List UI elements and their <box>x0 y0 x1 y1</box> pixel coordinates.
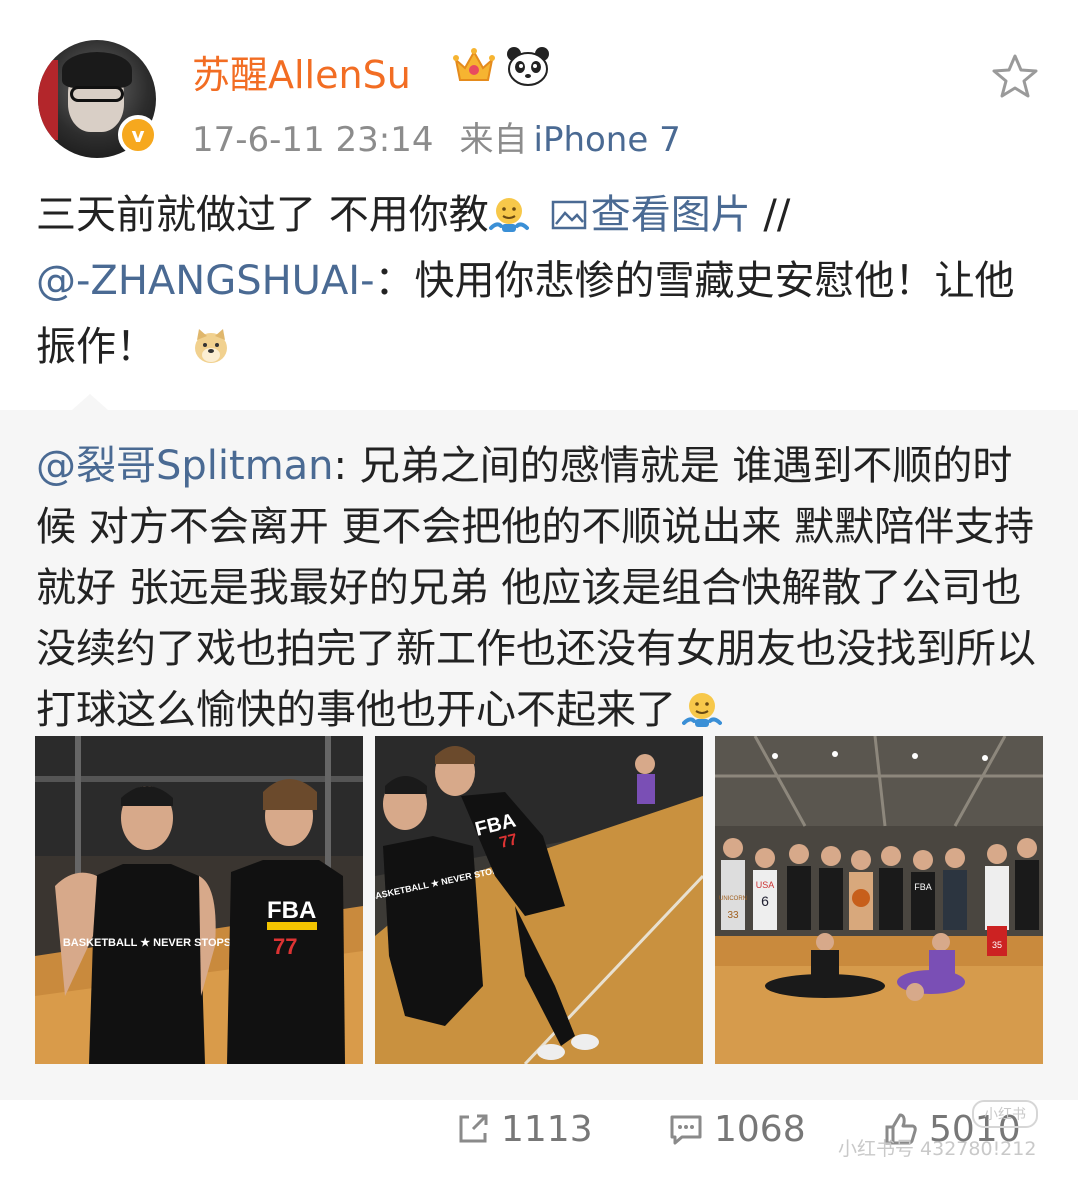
star-outline-icon[interactable] <box>990 52 1040 102</box>
weibo-post: v 苏醒AllenSu 17-6-11 23:14 来自 iPhone 7 三天前就… <box>0 0 1078 1184</box>
repost-image-2[interactable]: BASKETBALL ★ NEVER STOPS FBA 77 <box>375 736 703 1064</box>
doge-emoji-icon <box>194 329 227 363</box>
avatar-hair <box>62 52 132 88</box>
xiaohongshu-watermark: 小红书号 432780!212 <box>838 1138 1037 1160</box>
source-device[interactable]: iPhone 7 <box>534 120 681 160</box>
mention-splitman[interactable]: @裂哥Splitman <box>36 443 334 489</box>
comment-icon <box>670 1115 702 1145</box>
avatar-glasses <box>70 86 124 102</box>
photo3-jersey-35: 35 <box>992 940 1002 950</box>
xiaohongshu-watermark-logo: 小红书 <box>972 1100 1038 1128</box>
shrug-emoji-icon <box>682 693 722 727</box>
repost-text: @裂哥Splitman: 兄弟之间的感情就是 谁遇到不顺的时候 对方不会离开 更… <box>36 436 1048 741</box>
repost-notch <box>72 394 108 410</box>
photo3-jersey-usa: USA <box>756 880 775 890</box>
photo3-jersey-unicorn: UNICORN <box>719 896 747 902</box>
verified-badge-icon: v <box>118 115 158 155</box>
comment-count: 1068 <box>714 1108 806 1150</box>
post-text-part1: 三天前就做过了 不用你教 <box>36 192 489 238</box>
repost-action[interactable]: 1113 <box>455 1104 593 1154</box>
repost-icon <box>459 1114 488 1143</box>
view-images-link[interactable]: 查看图片 <box>591 192 751 238</box>
photo3-jersey-33: 33 <box>727 910 739 921</box>
photo1-jersey-right: FBA <box>267 897 316 924</box>
post-timestamp: 17-6-11 23:14 <box>192 120 434 160</box>
shrug-emoji-icon <box>488 198 529 232</box>
crown-icon <box>453 48 495 81</box>
mention-zhangshuai[interactable]: @-ZHANGSHUAI- <box>36 258 375 304</box>
repost-separator: // <box>750 192 791 238</box>
photo1-jersey-left: BASKETBALL ★ NEVER STOPS <box>63 937 231 949</box>
photo3-jersey-6: 6 <box>761 893 769 909</box>
panda-icon <box>507 47 549 86</box>
avatar-background-accent <box>38 60 58 140</box>
repost-count: 1113 <box>501 1108 593 1150</box>
post-content: 三天前就做过了 不用你教 查看图片 // @-ZHANGSHUAI-：快用你悲惨… <box>36 182 1046 380</box>
image-icon[interactable] <box>551 200 587 230</box>
post-meta: 17-6-11 23:14 来自 iPhone 7 <box>192 112 681 161</box>
author-name[interactable]: 苏醒AllenSu <box>192 44 411 99</box>
photo3-jersey-fba: FBA <box>914 882 932 892</box>
repost-image-3[interactable]: USA 6 UNICORN 33 FBA 35 <box>715 736 1043 1064</box>
source-label: 来自 <box>459 120 528 160</box>
repost-image-1[interactable]: BASKETBALL ★ NEVER STOPS FBA 77 <box>35 736 363 1064</box>
comment-action[interactable]: 1068 <box>668 1104 806 1154</box>
photo1-jersey-number: 77 <box>273 934 297 959</box>
